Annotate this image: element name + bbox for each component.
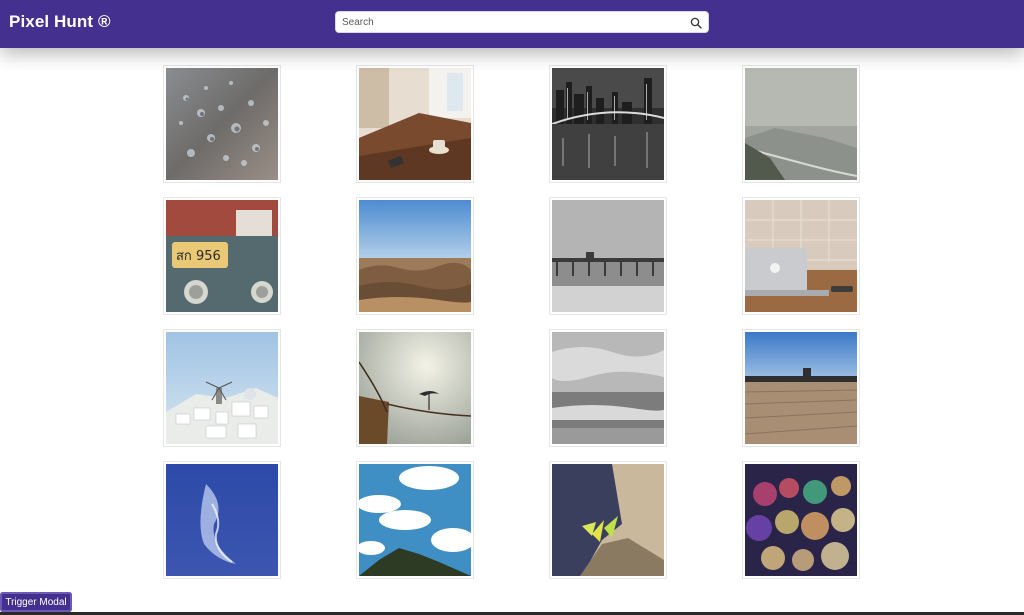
photo-tile[interactable] (549, 329, 667, 447)
photo-tile[interactable] (163, 329, 281, 447)
photo-tile[interactable] (163, 461, 281, 579)
photo-tile[interactable]: สก 956 (163, 197, 281, 315)
top-navbar: Pixel Hunt ® (0, 0, 1024, 48)
brand-logo[interactable]: Pixel Hunt ® (9, 12, 111, 32)
photo-tile[interactable] (742, 461, 860, 579)
photo-tile[interactable] (549, 197, 667, 315)
svg-text:สก 956: สก 956 (176, 249, 221, 264)
photo-tile[interactable] (356, 329, 474, 447)
search-bar[interactable] (335, 11, 709, 33)
search-icon[interactable] (690, 16, 702, 29)
photo-tile[interactable] (549, 461, 667, 579)
photo-tile[interactable] (356, 65, 474, 183)
photo-tile[interactable] (163, 65, 281, 183)
trigger-modal-button[interactable]: Trigger Modal (0, 592, 72, 612)
photo-tile[interactable] (742, 65, 860, 183)
photo-grid: สก 956 (0, 0, 1024, 615)
photo-tile[interactable] (742, 197, 860, 315)
photo-tile[interactable] (356, 461, 474, 579)
search-input[interactable] (342, 14, 682, 30)
photo-tile[interactable] (356, 197, 474, 315)
photo-tile[interactable] (742, 329, 860, 447)
photo-tile[interactable] (549, 65, 667, 183)
